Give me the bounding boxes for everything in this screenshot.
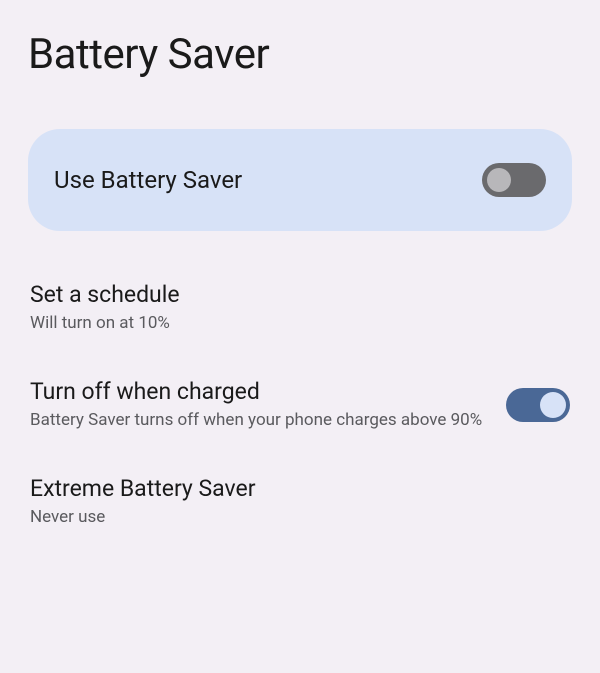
extreme-battery-saver-row[interactable]: Extreme Battery Saver Never use (28, 475, 572, 530)
page-title: Battery Saver (28, 30, 572, 79)
extreme-battery-saver-subtitle: Never use (30, 506, 550, 530)
set-schedule-subtitle: Will turn on at 10% (30, 312, 550, 336)
extreme-battery-saver-title: Extreme Battery Saver (30, 475, 550, 502)
setting-text: Set a schedule Will turn on at 10% (30, 281, 570, 336)
use-battery-saver-toggle[interactable] (482, 163, 546, 197)
turn-off-when-charged-toggle[interactable] (506, 388, 570, 422)
set-schedule-title: Set a schedule (30, 281, 550, 308)
turn-off-when-charged-subtitle: Battery Saver turns off when your phone … (30, 409, 486, 433)
setting-text: Extreme Battery Saver Never use (30, 475, 570, 530)
toggle-thumb (540, 392, 566, 418)
use-battery-saver-label: Use Battery Saver (54, 166, 242, 194)
set-schedule-row[interactable]: Set a schedule Will turn on at 10% (28, 281, 572, 336)
setting-text: Turn off when charged Battery Saver turn… (30, 378, 506, 433)
settings-container: Battery Saver Use Battery Saver Set a sc… (0, 0, 600, 529)
turn-off-when-charged-row[interactable]: Turn off when charged Battery Saver turn… (28, 378, 572, 433)
toggle-thumb (487, 168, 511, 192)
use-battery-saver-card[interactable]: Use Battery Saver (28, 129, 572, 231)
turn-off-when-charged-title: Turn off when charged (30, 378, 486, 405)
